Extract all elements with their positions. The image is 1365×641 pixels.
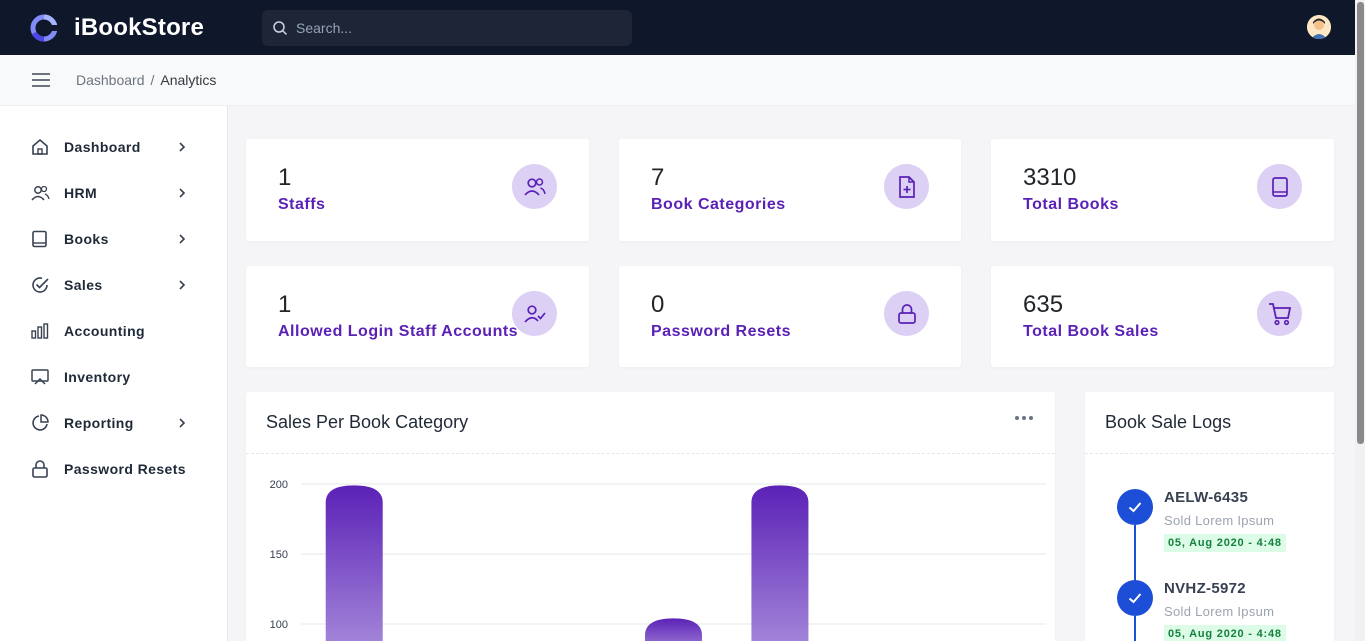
- sidebar-item-label: Password Resets: [64, 461, 186, 477]
- search-input[interactable]: [296, 19, 616, 36]
- log-desc: Sold Lorem Ipsum: [1164, 513, 1275, 528]
- timeline-connector: [1134, 616, 1136, 641]
- chevron-right-icon: [179, 142, 186, 152]
- stat-value: 3310: [1023, 164, 1077, 191]
- log-date-badge: 05, Aug 2020 - 4:48: [1164, 625, 1286, 641]
- monitor-icon: [30, 367, 50, 387]
- user-check-icon: [512, 291, 557, 336]
- sidebar-item-dashboard[interactable]: Dashboard: [0, 124, 227, 170]
- stat-card-allowed-login-staff[interactable]: 1 Allowed Login Staff Accounts: [246, 266, 589, 367]
- top-navbar: iBookStore: [0, 0, 1355, 55]
- panel-title: Book Sale Logs: [1085, 392, 1334, 454]
- sales-per-category-panel: Sales Per Book Category 100 150 200: [246, 392, 1055, 641]
- panel-title: Sales Per Book Category: [246, 392, 1055, 454]
- sidebar-item-password-resets[interactable]: Password Resets: [0, 446, 227, 492]
- check-circle-icon: [30, 275, 50, 295]
- check-icon: [1117, 580, 1153, 616]
- brand-name: iBookStore: [74, 13, 205, 41]
- sidebar-item-books[interactable]: Books: [0, 216, 227, 262]
- search-box[interactable]: [262, 9, 632, 46]
- stat-card-staffs[interactable]: 1 Staffs: [246, 139, 589, 241]
- book-sale-logs-panel: Book Sale Logs AELW-6435 Sold Lorem Ipsu…: [1085, 392, 1334, 641]
- timeline-connector: [1134, 525, 1136, 581]
- chart-y-tick-label: 200: [270, 479, 288, 491]
- chevron-right-icon: [179, 418, 186, 428]
- sidebar-item-label: Sales: [64, 277, 103, 293]
- stat-label: Allowed Login Staff Accounts: [278, 323, 519, 340]
- page-scrollbar[interactable]: [1355, 0, 1365, 641]
- menu-toggle-icon[interactable]: [32, 73, 50, 87]
- book-icon: [30, 229, 50, 249]
- stat-label: Staffs: [278, 196, 326, 213]
- breadcrumb-separator: /: [150, 72, 155, 88]
- pie-chart-icon: [30, 413, 50, 433]
- home-icon: [30, 137, 50, 157]
- chevron-right-icon: [179, 234, 186, 244]
- breadcrumb-current: Analytics: [160, 72, 217, 88]
- sidebar-item-label: Inventory: [64, 369, 131, 385]
- chevron-right-icon: [179, 280, 186, 290]
- stat-label: Total Book Sales: [1023, 323, 1159, 340]
- sidebar-item-inventory[interactable]: Inventory: [0, 354, 227, 400]
- sidebar-item-label: Accounting: [64, 323, 145, 339]
- more-options-icon[interactable]: [1015, 416, 1033, 420]
- log-date-badge: 05, Aug 2020 - 4:48: [1164, 534, 1286, 552]
- stat-card-book-categories[interactable]: 7 Book Categories: [619, 139, 961, 241]
- stat-value: 0: [651, 291, 665, 318]
- brand-logo-icon: [30, 14, 58, 41]
- sales-per-category-chart: 100 150 200: [270, 479, 1046, 641]
- chart-y-tick-label: 100: [270, 619, 288, 631]
- sidebar-item-reporting[interactable]: Reporting: [0, 400, 227, 446]
- chart-y-tick-label: 150: [270, 549, 288, 561]
- cart-icon: [1257, 291, 1302, 336]
- breadcrumb: Dashboard / Analytics: [76, 72, 216, 88]
- chart-bar[interactable]: [645, 618, 702, 641]
- chart-bar[interactable]: [325, 485, 383, 641]
- search-icon: [273, 20, 288, 35]
- bar-chart-icon: [30, 321, 50, 341]
- user-avatar[interactable]: [1307, 15, 1331, 39]
- stat-label: Total Books: [1023, 196, 1119, 213]
- stat-card-total-book-sales[interactable]: 635 Total Book Sales: [991, 266, 1334, 367]
- breadcrumb-bar: Dashboard / Analytics: [0, 55, 1355, 106]
- sidebar-item-label: HRM: [64, 185, 98, 201]
- chart-bar[interactable]: [751, 485, 809, 641]
- main-content: 1 Staffs 7 Book Categories 3310 Total Bo…: [228, 106, 1355, 641]
- sidebar-item-label: Books: [64, 231, 109, 247]
- brand[interactable]: iBookStore: [30, 13, 262, 43]
- stat-label: Password Resets: [651, 323, 792, 340]
- stat-label: Book Categories: [651, 196, 786, 213]
- sidebar-item-label: Reporting: [64, 415, 134, 431]
- sidebar: Dashboard HRM Books Sales Accounting Inv…: [0, 106, 228, 641]
- file-plus-icon: [884, 164, 929, 209]
- stat-value: 1: [278, 164, 292, 191]
- sidebar-item-hrm[interactable]: HRM: [0, 170, 227, 216]
- stat-value: 635: [1023, 291, 1064, 318]
- sidebar-item-label: Dashboard: [64, 139, 141, 155]
- log-code: NVHZ-5972: [1164, 580, 1246, 597]
- scrollbar-thumb[interactable]: [1357, 2, 1364, 444]
- avatar-icon: [1307, 15, 1331, 39]
- book-icon: [1257, 164, 1302, 209]
- users-icon: [30, 183, 50, 203]
- stat-value: 7: [651, 164, 665, 191]
- check-icon: [1117, 489, 1153, 525]
- log-desc: Sold Lorem Ipsum: [1164, 604, 1275, 619]
- log-code: AELW-6435: [1164, 489, 1249, 506]
- sidebar-item-accounting[interactable]: Accounting: [0, 308, 227, 354]
- users-icon: [512, 164, 557, 209]
- stat-value: 1: [278, 291, 292, 318]
- breadcrumb-root-link[interactable]: Dashboard: [76, 72, 145, 88]
- lock-icon: [30, 459, 50, 479]
- stat-card-total-books[interactable]: 3310 Total Books: [991, 139, 1334, 241]
- lock-icon: [884, 291, 929, 336]
- sidebar-item-sales[interactable]: Sales: [0, 262, 227, 308]
- chevron-right-icon: [179, 188, 186, 198]
- stat-card-password-resets[interactable]: 0 Password Resets: [619, 266, 961, 367]
